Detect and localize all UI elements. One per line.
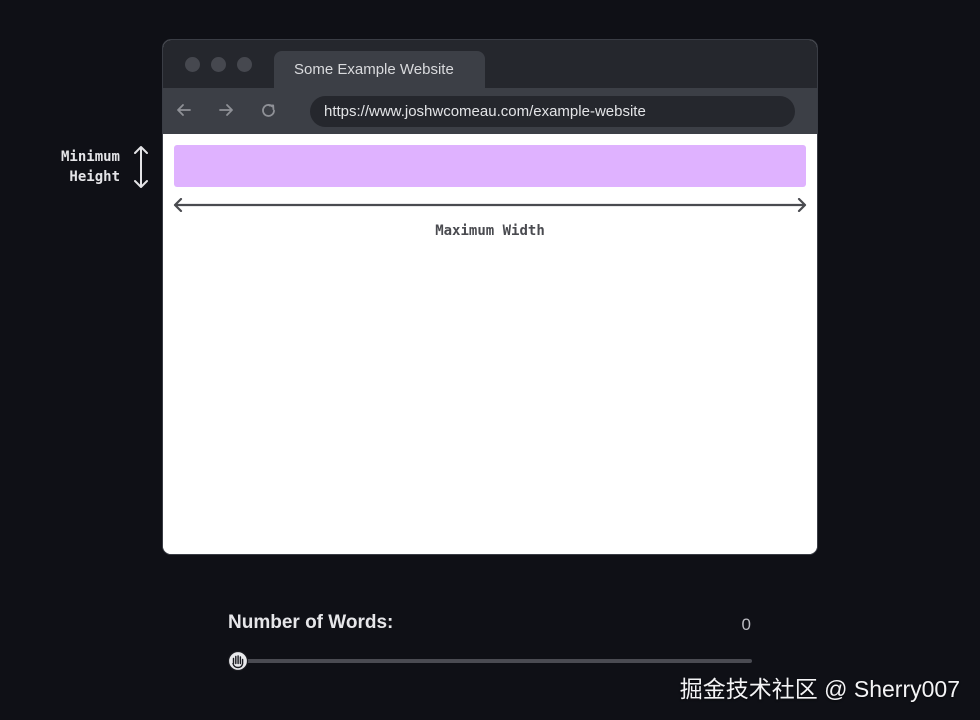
- width-double-arrow-icon: [173, 198, 807, 212]
- watermark-text: 掘金技术社区 @ Sherry007: [679, 676, 960, 702]
- number-of-words-value: 0: [741, 615, 751, 634]
- browser-toolbar: https://www.joshwcomeau.com/example-webs…: [163, 88, 817, 134]
- back-button[interactable]: [173, 99, 195, 121]
- address-bar[interactable]: https://www.joshwcomeau.com/example-webs…: [310, 96, 795, 127]
- number-of-words-slider[interactable]: [227, 650, 752, 672]
- browser-tab[interactable]: Some Example Website: [274, 51, 485, 89]
- content-box: [174, 145, 806, 187]
- tab-title: Some Example Website: [294, 61, 454, 78]
- grab-hand-icon[interactable]: [227, 650, 249, 672]
- browser-titlebar: Some Example Website: [163, 40, 817, 89]
- minimum-height-line1: Minimum: [60, 149, 120, 165]
- window-close-dot[interactable]: [185, 57, 200, 72]
- url-text: https://www.joshwcomeau.com/example-webs…: [324, 103, 646, 120]
- forward-button[interactable]: [215, 99, 237, 121]
- height-double-arrow-icon: [134, 146, 148, 188]
- arrow-left-icon: [177, 104, 191, 116]
- reload-icon: [261, 103, 275, 117]
- number-of-words-label: Number of Words:: [228, 612, 394, 633]
- window-maximize-dot[interactable]: [237, 57, 252, 72]
- minimum-height-label: Minimum Height: [30, 147, 120, 187]
- page-viewport: Maximum Width: [163, 134, 817, 554]
- maximum-width-label: Maximum Width: [435, 223, 545, 239]
- window-minimize-dot[interactable]: [211, 57, 226, 72]
- browser-window: Some Example Website https://www.joshwco…: [163, 40, 817, 554]
- reload-button[interactable]: [257, 99, 279, 121]
- arrow-right-icon: [219, 104, 233, 116]
- minimum-height-line2: Height: [69, 169, 120, 185]
